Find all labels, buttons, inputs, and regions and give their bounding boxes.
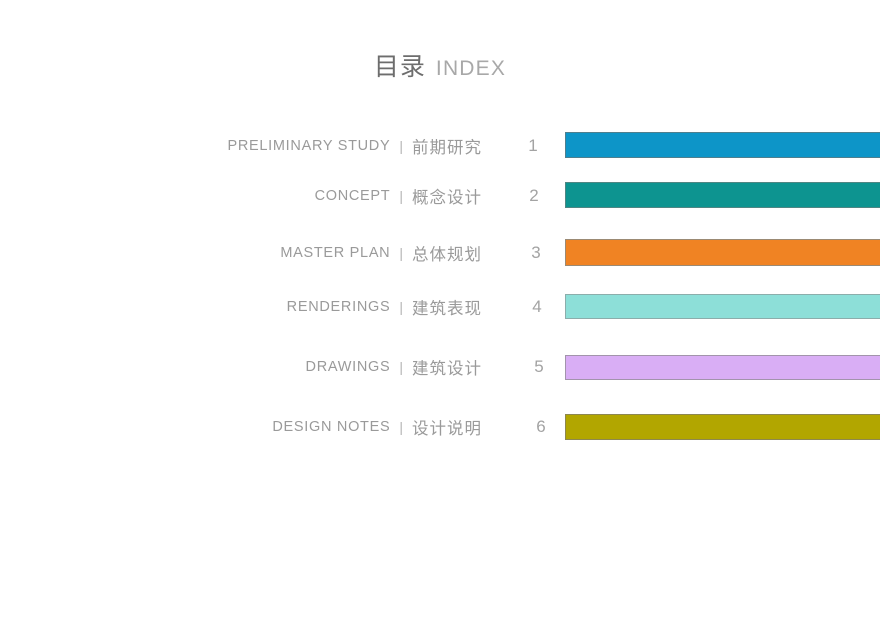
index-row-separator: | [399,187,403,204]
index-row-label-en: PRELIMINARY STUDY [227,138,391,154]
index-row-color-bar [565,294,880,319]
index-row-separator: | [399,137,403,154]
index-row-label-cn: 总体规划 [412,245,482,264]
index-row[interactable]: DESIGN NOTES | 设计说明 6 [0,407,880,447]
index-row-number: 1 [528,136,538,155]
index-row[interactable]: MASTER PLAN | 总体规划 3 [0,233,880,273]
index-slide: 目录 INDEX PRELIMINARY STUDY | 前期研究 1 CONCE… [0,0,880,623]
index-row-number: 5 [534,357,544,376]
index-row-color-bar [565,132,880,158]
index-row-label-cn: 设计说明 [412,419,482,438]
index-row-label-en: MASTER PLAN [280,245,391,261]
index-row-number: 6 [536,417,546,436]
index-row-label: RENDERINGS | 建筑表现 [287,287,482,327]
index-row[interactable]: RENDERINGS | 建筑表现 4 [0,287,880,327]
page-title-cn: 目录 [373,52,426,81]
page-title-en: INDEX [435,57,507,80]
index-row-separator: | [399,298,403,315]
index-row-separator: | [399,418,403,435]
index-row-number: 2 [529,186,539,205]
index-row-number: 4 [532,297,542,316]
index-row-color-bar [565,182,880,208]
index-row-label: PRELIMINARY STUDY | 前期研究 [228,126,483,166]
index-row-label-cn: 建筑设计 [412,359,482,378]
index-row[interactable]: PRELIMINARY STUDY | 前期研究 1 [0,126,880,166]
page-title: 目录 INDEX [0,47,880,83]
index-row-color-bar [565,414,880,440]
index-row-color-bar [565,355,880,380]
index-row-color-bar [565,239,880,266]
index-row-label-en: RENDERINGS [286,299,391,315]
index-row-number: 3 [531,243,541,262]
index-row-label: DRAWINGS | 建筑设计 [306,347,482,387]
index-row-separator: | [399,358,403,375]
index-row-label-cn: 概念设计 [412,188,482,207]
index-row-label-en: DESIGN NOTES [272,419,391,435]
index-row-label-en: CONCEPT [314,188,391,204]
index-row-label-cn: 建筑表现 [412,299,482,318]
index-row[interactable]: CONCEPT | 概念设计 2 [0,176,880,216]
index-row-label-en: DRAWINGS [305,359,391,375]
index-row-label-cn: 前期研究 [412,138,482,157]
index-row-label: CONCEPT | 概念设计 [315,176,482,216]
index-row-label: MASTER PLAN | 总体规划 [280,233,482,273]
index-row-separator: | [399,244,403,261]
index-row-label: DESIGN NOTES | 设计说明 [272,407,482,447]
index-row[interactable]: DRAWINGS | 建筑设计 5 [0,347,880,387]
